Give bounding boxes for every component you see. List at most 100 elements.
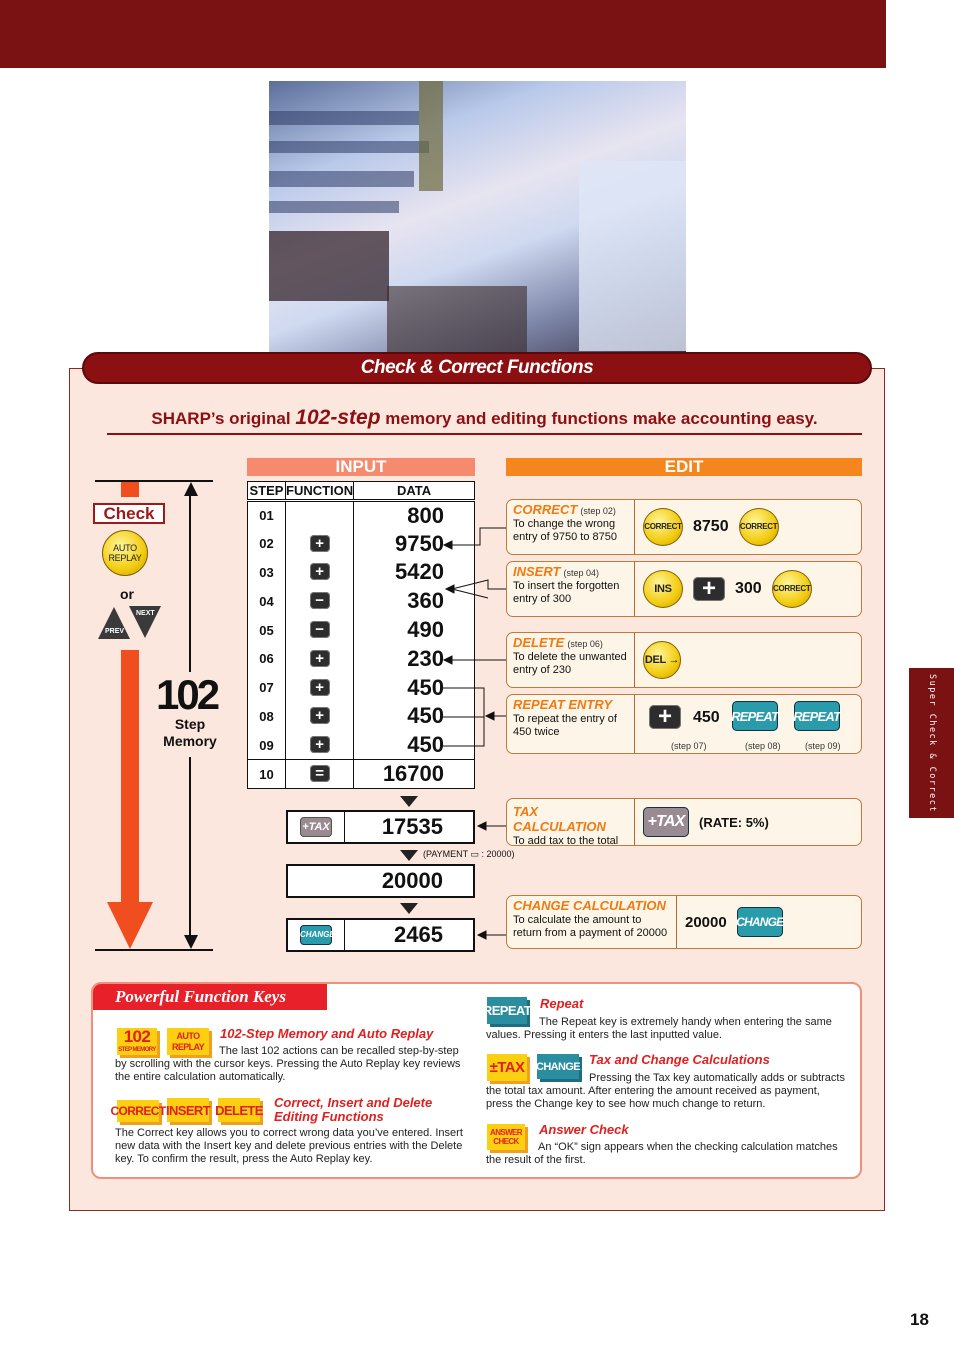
change-payment-value: 20000: [685, 913, 727, 931]
step-memory-caption: Step Memory: [163, 716, 217, 749]
flow-arrow-3: [400, 903, 418, 914]
fk-title-tax: Tax and Change Calculations: [589, 1052, 770, 1067]
function-key[interactable]: +: [309, 649, 330, 667]
step-number: 08: [247, 702, 286, 731]
function-keys-title: Powerful Function Keys: [93, 984, 327, 1010]
or-label: or: [120, 586, 134, 602]
correct-key[interactable]: CORRECT: [643, 508, 683, 546]
function-key[interactable]: −: [309, 592, 330, 610]
down-arrow-shaft: [121, 650, 139, 902]
headline: SHARP’s original 102-step memory and edi…: [107, 406, 862, 435]
range-arrow-down: [184, 935, 198, 949]
function-cell: +: [285, 529, 355, 559]
function-cell: −: [285, 586, 355, 616]
insert-value: 300: [735, 580, 762, 597]
fk-title-102: 102-Step Memory and Auto Replay: [220, 1026, 434, 1041]
function-cell: +: [285, 702, 355, 731]
repeat-value: 450: [693, 709, 720, 726]
tax-key[interactable]: +TAX: [643, 807, 689, 837]
connector-lines: [440, 527, 506, 940]
function-key[interactable]: +: [309, 678, 330, 696]
function-key[interactable]: −: [309, 621, 330, 639]
function-key[interactable]: +: [309, 736, 330, 754]
correct-key[interactable]: CORRECT: [771, 570, 812, 608]
repeat-key[interactable]: REPEAT: [793, 701, 841, 731]
fk-title-edit: Correct, Insert and Delete Editing Funct…: [274, 1095, 433, 1124]
down-arrow-head: [107, 902, 153, 949]
check-label: Check: [93, 503, 165, 524]
step-number: 04: [247, 586, 286, 616]
big-102: 102: [156, 671, 220, 718]
function-key[interactable]: =: [309, 765, 330, 783]
prev-key-label: PREV: [105, 628, 125, 635]
fk-text-edit: The Correct key allows you to correct wr…: [115, 1127, 463, 1165]
range-line-lower: [189, 757, 191, 935]
range-arrow-up: [184, 482, 198, 496]
step-number: 03: [247, 558, 286, 587]
auto-replay-key[interactable]: AUTO REPLAY: [102, 530, 148, 576]
function-cell: −: [285, 615, 355, 645]
correct-value: 8750: [693, 518, 729, 535]
step-number: 10: [247, 759, 286, 789]
next-key-label: NEXT: [136, 610, 155, 617]
insert-key-icon: INSERT: [166, 1098, 211, 1122]
flow-arrow-1: [400, 796, 418, 807]
section-banner: Check & Correct Functions: [82, 352, 872, 384]
edit-header: EDIT: [506, 458, 862, 476]
function-cell: [285, 500, 355, 530]
function-cell: +: [285, 730, 355, 760]
correct-key[interactable]: CORRECT: [738, 508, 779, 546]
function-keys-box: Powerful Function Keys 102 STEP MEMORY AU…: [91, 982, 862, 1179]
plus-key[interactable]: +: [693, 577, 725, 601]
step-note: (step 08): [745, 741, 781, 751]
step-number: 02: [247, 529, 286, 559]
function-cell: +: [285, 673, 355, 703]
range-line-upper: [189, 496, 191, 672]
change-key[interactable]: CHANGE: [736, 907, 784, 937]
fk-text-repeat: The Repeat key is extremely handy when e…: [486, 1016, 832, 1041]
col-function: FUNCTION: [285, 481, 355, 502]
tax-key[interactable]: +TAX: [300, 817, 332, 837]
delete-key-icon: DELETE: [215, 1098, 263, 1122]
edit-card-correct: CORRECT (step 02) To change the wrong ent…: [506, 499, 862, 555]
fk-text-102: The last 102 actions can be recalled ste…: [115, 1045, 461, 1083]
edit-card-delete: DELETE (step 06) To delete the unwanted e…: [506, 632, 862, 688]
fk-title-repeat: Repeat: [540, 996, 584, 1011]
flow-arrow-2: [400, 850, 418, 861]
col-data: DATA: [353, 481, 475, 502]
office-photo: [269, 81, 686, 353]
step-number: 06: [247, 644, 286, 674]
step-number: 07: [247, 673, 286, 703]
step-note: (step 07): [671, 741, 707, 751]
top-header-bar: [0, 0, 886, 68]
function-cell: +: [285, 558, 355, 587]
step-note: (step 09): [805, 741, 841, 751]
range-bottom-line: [95, 949, 213, 951]
col-step: STEP: [247, 481, 286, 502]
plus-key[interactable]: +: [649, 705, 681, 729]
fk-text-tax: Pressing the Tax key automatically adds …: [486, 1072, 845, 1110]
side-tab[interactable]: Super Check & Correct: [909, 668, 954, 818]
fk-title-answer: Answer Check: [539, 1122, 629, 1137]
edit-card-tax: TAX CALCULATION To add tax to the total +…: [506, 798, 862, 847]
orange-square: [121, 482, 139, 497]
repeat-key[interactable]: REPEAT: [731, 701, 779, 731]
function-cell: +: [285, 644, 355, 674]
step-number: 05: [247, 615, 286, 645]
function-key[interactable]: +: [309, 563, 330, 581]
function-key[interactable]: +: [309, 534, 330, 552]
input-header: INPUT: [247, 458, 475, 476]
edit-card-insert: INSERT (step 04) To insert the forgotten …: [506, 561, 862, 617]
correct-key-icon: CORRECT: [110, 1100, 166, 1122]
edit-card-repeat: REPEAT ENTRY To repeat the entry of 450 t…: [506, 694, 862, 754]
step-number: 09: [247, 730, 286, 760]
tax-rate: (RATE: 5%): [699, 814, 769, 830]
edit-card-change: CHANGE CALCULATION To calculate the amoun…: [506, 895, 862, 949]
ins-key[interactable]: INS: [643, 570, 683, 608]
step-number: 01: [247, 500, 286, 530]
page-number: 18: [910, 1310, 929, 1329]
change-key[interactable]: CHANGE: [300, 925, 335, 945]
function-cell: =: [285, 759, 355, 789]
function-key[interactable]: +: [309, 707, 330, 725]
del-key[interactable]: DEL →: [643, 641, 681, 679]
